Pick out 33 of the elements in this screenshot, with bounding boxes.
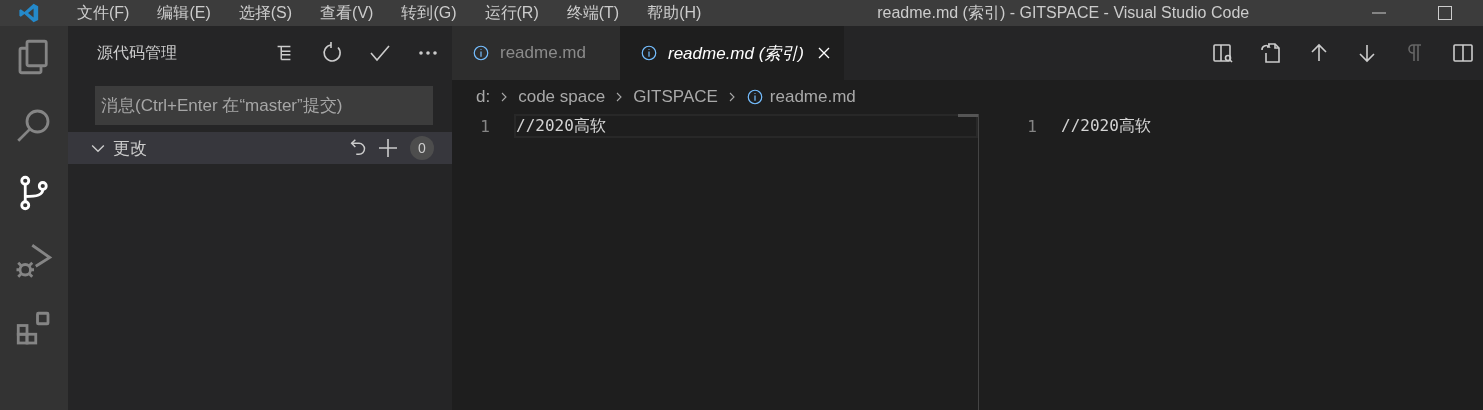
menu-item[interactable]: 转到(G)	[387, 2, 471, 24]
revert-file-icon[interactable]	[1259, 41, 1283, 65]
breadcrumb[interactable]: d:	[476, 87, 491, 107]
code-line: //2020高软	[516, 115, 606, 137]
plus-icon[interactable]	[376, 136, 400, 160]
open-file-icon[interactable]	[1211, 41, 1235, 65]
info-icon	[472, 44, 490, 62]
commit-message-field[interactable]: 消息(Ctrl+Enter 在“master”提交)	[95, 86, 433, 125]
menu-item[interactable]: 查看(V)	[306, 2, 388, 24]
menu-item[interactable]: 终端(T)	[552, 2, 634, 24]
maximize-icon[interactable]	[1437, 5, 1453, 21]
editor-tab[interactable]: readme.md (索引)	[620, 26, 844, 80]
menu-item[interactable]: 运行(R)	[470, 2, 553, 24]
breadcrumb[interactable]: code space	[518, 87, 606, 107]
breadcrumb[interactable]: GITSPACE	[633, 87, 718, 107]
refresh-icon[interactable]	[320, 41, 344, 65]
panel-title: 源代码管理	[97, 42, 178, 63]
info-icon	[745, 88, 764, 106]
window-title: readme.md (索引) - GITSPACE - Visual Studio Code	[876, 2, 1251, 23]
line-number: 1	[1026, 116, 1038, 136]
section-title[interactable]: 更改	[113, 136, 348, 160]
line-number: 1	[479, 116, 491, 136]
editor-tab[interactable]: readme.md	[452, 26, 620, 80]
info-icon	[640, 44, 658, 62]
menu-item[interactable]: 文件(F)	[63, 2, 144, 24]
count-badge: 0	[410, 136, 434, 160]
split-editor-icon[interactable]	[1451, 41, 1475, 65]
scrollbar-thumb[interactable]	[958, 114, 978, 117]
code-line: //2020高软	[1061, 115, 1151, 137]
menu-item[interactable]: 选择(S)	[224, 2, 307, 24]
menu-item[interactable]: 帮助(H)	[633, 2, 716, 24]
breadcrumb[interactable]: readme.md	[769, 87, 856, 107]
menu-item[interactable]: 编辑(E)	[143, 2, 225, 24]
